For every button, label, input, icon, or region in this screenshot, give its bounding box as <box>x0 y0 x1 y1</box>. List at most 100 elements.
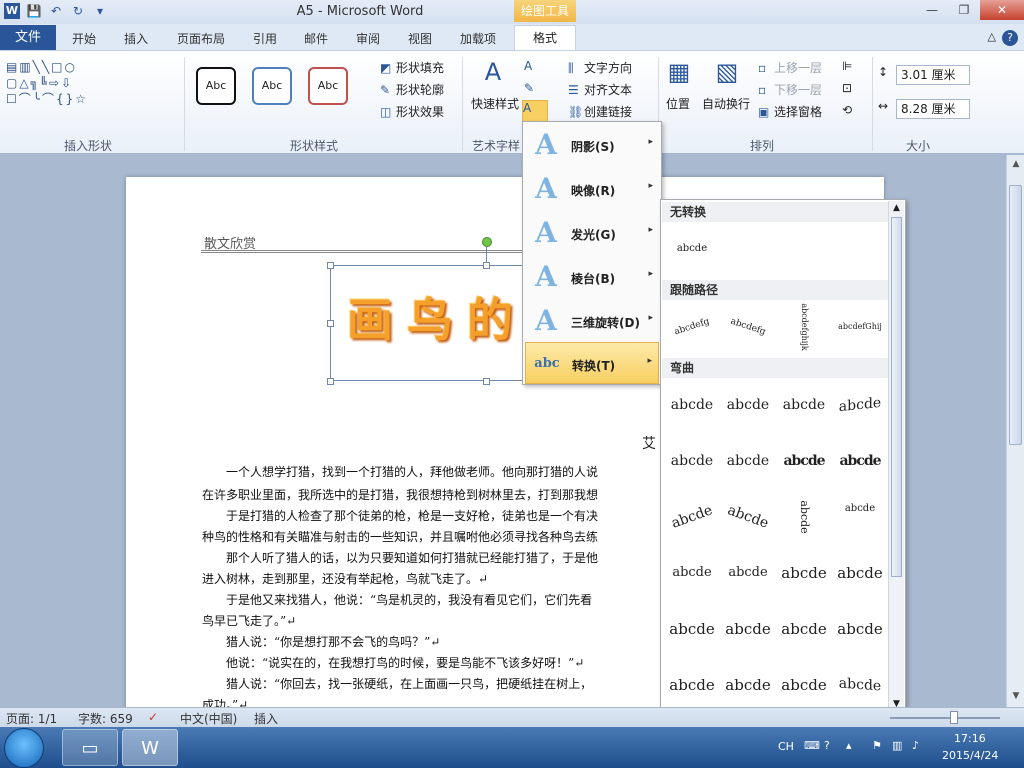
tray-arrow-icon[interactable]: ▴ <box>846 739 852 752</box>
tab-page-layout[interactable]: 页面布局 <box>177 30 225 47</box>
shape-fill-button[interactable]: ◩ 形状填充 <box>380 59 444 76</box>
wordart-quick-styles-icon[interactable]: A <box>478 57 508 87</box>
resize-handle[interactable] <box>327 378 334 385</box>
volume-icon[interactable]: ♪ <box>912 739 919 752</box>
gallery-scrollbar[interactable]: ▲ ▼ <box>888 201 904 715</box>
gallery-item-warp[interactable]: abcde <box>665 380 719 430</box>
status-language[interactable]: 中文(中国) <box>180 710 237 727</box>
shape-effects-button[interactable]: ◫ 形状效果 <box>380 103 444 120</box>
gallery-item-warp[interactable]: abcde <box>665 604 719 654</box>
menu-item-shadow[interactable]: A 阴影(S) ▸ <box>525 124 659 166</box>
network-icon[interactable]: ▥ <box>892 739 902 752</box>
gallery-item-path[interactable]: abcdefg <box>659 295 726 359</box>
word-taskbar-icon[interactable]: W <box>122 729 178 766</box>
tab-review[interactable]: 审阅 <box>356 30 380 47</box>
bring-forward-button[interactable]: ▫ 上移一层 <box>758 59 822 76</box>
minimize-button[interactable]: — <box>916 0 948 20</box>
resize-handle[interactable] <box>327 262 334 269</box>
gallery-item-warp[interactable]: abcde <box>833 436 887 486</box>
position-button[interactable]: 位置 <box>666 95 690 112</box>
gallery-item-path[interactable]: abcdefGhij <box>833 302 887 352</box>
keyboard-icon[interactable]: ⌨ <box>804 739 820 752</box>
vertical-scrollbar[interactable]: ▲ ▼ <box>1006 155 1024 707</box>
tab-format[interactable]: 格式 <box>514 25 576 51</box>
position-icon[interactable]: ▦ <box>664 57 694 87</box>
gallery-item-warp[interactable]: abcde <box>721 436 775 486</box>
tab-insert[interactable]: 插入 <box>124 30 148 47</box>
gallery-item-warp[interactable]: abcde <box>665 548 719 598</box>
gallery-item-warp[interactable]: abcde <box>833 658 887 712</box>
gallery-item-warp[interactable]: abcde <box>777 380 831 430</box>
gallery-item-warp[interactable]: abcde <box>777 604 831 654</box>
wordart-textbox[interactable]: 画鸟的 <box>327 262 544 385</box>
text-direction-button[interactable]: ⫼ 文字方向 <box>568 59 632 76</box>
help-icon[interactable]: ? <box>1002 30 1018 46</box>
rotate-icon[interactable]: ⟲ <box>842 103 852 117</box>
shape-height-input[interactable]: 3.01 厘米 <box>896 65 970 85</box>
gallery-item-warp[interactable]: abcde <box>777 548 831 598</box>
minimize-ribbon-icon[interactable]: △ <box>988 30 996 46</box>
wrap-text-icon[interactable]: ▧ <box>712 57 742 87</box>
gallery-item-warp[interactable]: abcde <box>777 436 831 486</box>
resize-handle[interactable] <box>483 262 490 269</box>
text-outline-button[interactable]: ✎ <box>524 81 540 95</box>
tab-view[interactable]: 视图 <box>408 30 432 47</box>
gallery-item-warp[interactable]: abcde <box>714 484 782 549</box>
gallery-item-warp[interactable]: abcde <box>779 490 829 544</box>
status-page[interactable]: 页面: 1/1 <box>6 710 57 727</box>
gallery-item-warp[interactable]: abcde <box>721 380 775 430</box>
clock-date[interactable]: 2015/4/24 <box>942 749 998 762</box>
tab-file[interactable]: 文件 <box>0 25 56 50</box>
menu-item-bevel[interactable]: A 棱台(B) ▸ <box>525 256 659 298</box>
align-text-button[interactable]: ☰ 对齐文本 <box>568 81 632 98</box>
scroll-up-icon[interactable]: ▲ <box>1010 159 1022 169</box>
flag-icon[interactable]: ⚑ <box>872 739 882 752</box>
selection-pane-button[interactable]: ▣ 选择窗格 <box>758 103 822 120</box>
gallery-item-warp[interactable]: abcde <box>665 436 719 486</box>
shape-style-red[interactable]: Abc <box>308 67 348 105</box>
tab-mailings[interactable]: 邮件 <box>304 30 328 47</box>
menu-item-glow[interactable]: A 发光(G) ▸ <box>525 212 659 254</box>
gallery-item-warp[interactable]: abcde <box>721 660 775 710</box>
clock-time[interactable]: 17:16 <box>954 732 986 745</box>
scrollbar-thumb[interactable] <box>1009 185 1022 445</box>
menu-item-reflection[interactable]: A 映像(R) ▸ <box>525 168 659 210</box>
align-icon[interactable]: ⊫ <box>842 59 852 73</box>
close-button[interactable]: ✕ <box>980 0 1024 20</box>
gallery-item-warp[interactable]: abcde <box>665 660 719 710</box>
tab-addins[interactable]: 加载项 <box>460 30 496 47</box>
create-link-button[interactable]: ⛓创建链接 <box>568 103 632 120</box>
shape-style-black[interactable]: Abc <box>196 67 236 105</box>
gallery-item-warp[interactable]: abcde <box>833 548 887 598</box>
gallery-item-warp[interactable]: abcde <box>833 604 887 654</box>
zoom-slider[interactable] <box>890 717 1000 719</box>
send-backward-button[interactable]: ▫ 下移一层 <box>758 81 822 98</box>
proofing-icon[interactable]: ✓ <box>148 710 158 724</box>
text-effects-button[interactable]: A <box>522 100 548 122</box>
gallery-scrollbar-thumb[interactable] <box>891 217 902 577</box>
shape-outline-button[interactable]: ✎ 形状轮廓 <box>380 81 444 98</box>
gallery-item-warp[interactable]: abcde <box>833 377 887 433</box>
tab-references[interactable]: 引用 <box>253 30 277 47</box>
ime-indicator[interactable]: CH <box>778 740 794 753</box>
maximize-button[interactable]: ❐ <box>948 0 980 20</box>
gallery-item-warp[interactable]: abcde <box>833 492 887 542</box>
gallery-item-path[interactable]: abcdefghijk <box>779 300 829 354</box>
status-insert-mode[interactable]: 插入 <box>254 710 278 727</box>
status-word-count[interactable]: 字数: 659 <box>78 710 133 727</box>
help-tray-icon[interactable]: ? <box>824 739 830 752</box>
gallery-item-warp[interactable]: abcde <box>721 604 775 654</box>
rotation-handle[interactable] <box>482 237 492 247</box>
shape-style-blue[interactable]: Abc <box>252 67 292 105</box>
text-fill-button[interactable]: A <box>524 59 540 73</box>
resize-handle[interactable] <box>483 378 490 385</box>
shapes-gallery[interactable]: ▤▥╲╲□○ ▢△╗╚⇨⇩ ☐⌒╰⌒{}☆ <box>6 59 130 107</box>
group-icon[interactable]: ⊡ <box>842 81 852 95</box>
resize-handle[interactable] <box>327 320 334 327</box>
gallery-item-no-transform[interactable]: abcde <box>665 224 719 274</box>
start-button[interactable] <box>4 728 44 768</box>
gallery-item-path[interactable]: abcdefg <box>715 295 782 359</box>
gallery-item-warp[interactable]: abcde <box>777 660 831 710</box>
menu-item-3d-rotation[interactable]: A 三维旋转(D) ▸ <box>525 300 659 342</box>
zoom-slider-thumb[interactable] <box>950 711 958 724</box>
